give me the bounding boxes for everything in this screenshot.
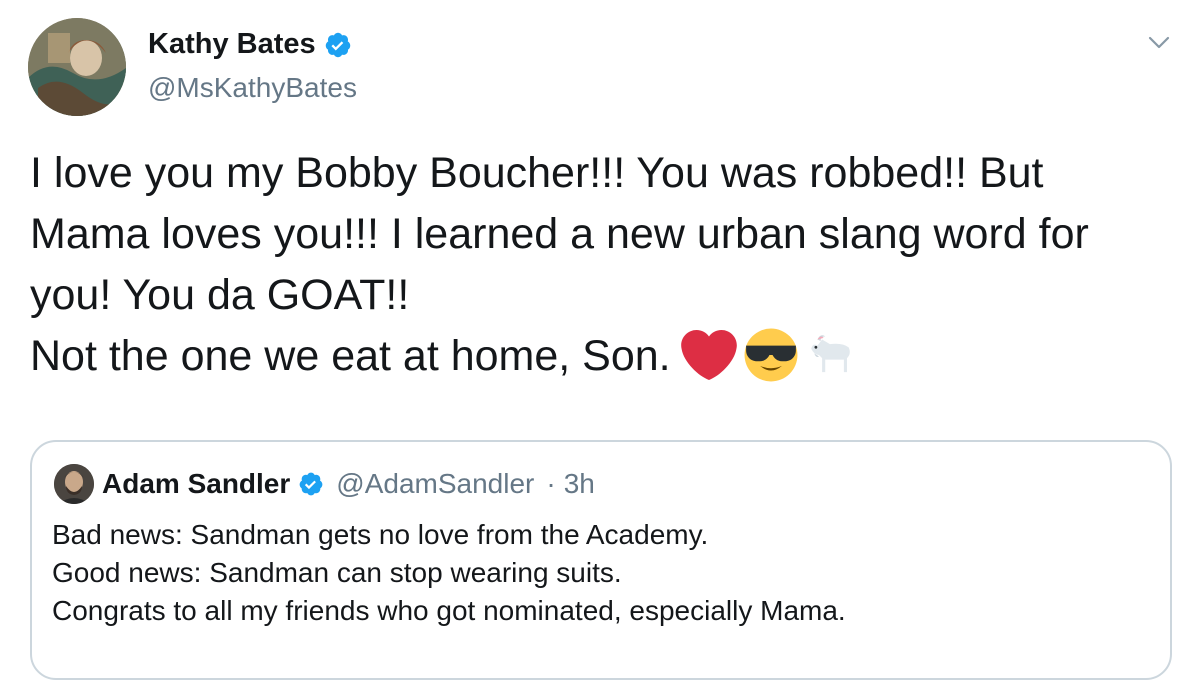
tweet-text: I love you my Bobby Boucher!!! You was r… [30, 143, 1180, 387]
author-name-row: Kathy Bates [148, 28, 352, 61]
chevron-down-icon[interactable] [1146, 30, 1172, 56]
author-name[interactable]: Kathy Bates [148, 28, 316, 61]
author-handle[interactable]: @MsKathyBates [148, 72, 357, 104]
quoted-tweet-header: Adam Sandler @AdamSandler · 3h [54, 464, 595, 504]
quoted-author-handle[interactable]: @AdamSandler [336, 468, 534, 500]
tweet-line: I love you my Bobby Boucher!!! You was r… [30, 149, 1044, 197]
quoted-author-name[interactable]: Adam Sandler [102, 468, 290, 500]
quoted-line: Bad news: Sandman gets no love from the … [52, 519, 709, 550]
quoted-timestamp[interactable]: 3h [564, 468, 595, 500]
quoted-line: Congrats to all my friends who got nomin… [52, 595, 846, 626]
quoted-tweet-text: Bad news: Sandman gets no love from the … [52, 516, 846, 630]
quoted-line: Good news: Sandman can stop wearing suit… [52, 557, 622, 588]
quoted-author-avatar[interactable] [54, 464, 94, 504]
tweet-line-text: Not the one we eat at home, Son. [30, 332, 671, 380]
goat-icon [805, 327, 861, 383]
author-avatar[interactable] [28, 18, 126, 116]
emoji-row [680, 327, 861, 383]
tweet-line-last: Not the one we eat at home, Son. [30, 326, 1180, 387]
verified-badge-icon [298, 471, 324, 497]
red-heart-icon [680, 327, 737, 383]
sunglasses-face-icon [743, 327, 799, 383]
tweet-line: you! You da GOAT!! [30, 271, 410, 319]
verified-badge-icon [324, 31, 352, 59]
tweet-line: Mama loves you!!! I learned a new urban … [30, 210, 1089, 258]
separator-dot: · [546, 468, 556, 499]
quoted-tweet[interactable]: Adam Sandler @AdamSandler · 3h Bad news:… [30, 440, 1172, 680]
